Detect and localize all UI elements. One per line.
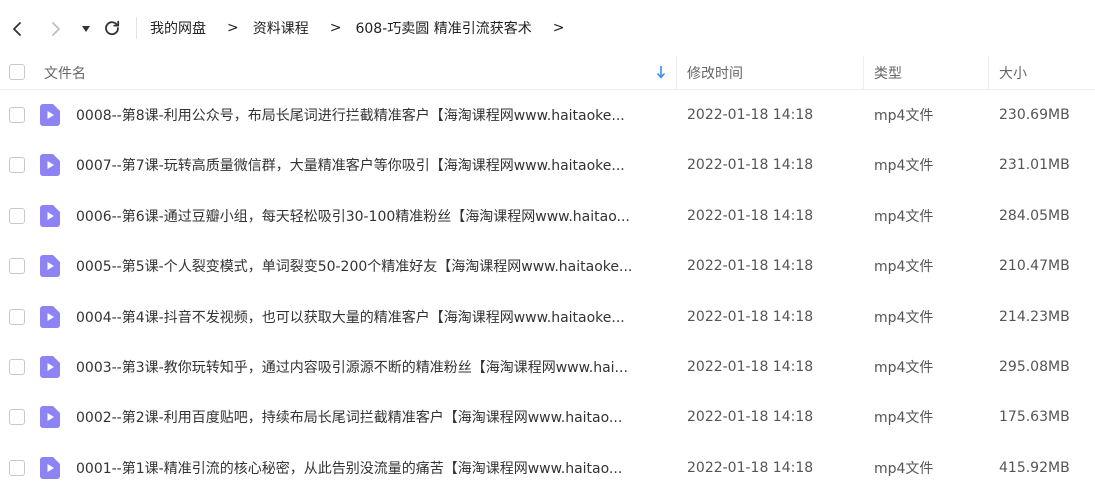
refresh-button[interactable]	[101, 17, 123, 39]
video-file-icon	[40, 255, 60, 278]
file-modified-time: 2022-01-18 14:18	[687, 207, 814, 224]
table-row[interactable]: 0006--第6课-通过豆瓣小组，每天轻松吸引30-100精准粉丝【海淘课程网w…	[0, 191, 1095, 241]
breadcrumb-separator[interactable]: >	[553, 20, 565, 36]
table-row[interactable]: 0005--第5课-个人裂变模式，单词裂变50-200个精准好友【海淘课程网ww…	[0, 241, 1095, 291]
file-type: mp4文件	[874, 359, 934, 376]
file-name: 0001--第1课-精准引流的核心秘密，从此告别没流量的痛苦【海淘课程网www.…	[76, 460, 623, 477]
file-name: 0006--第6课-通过豆瓣小组，每天轻松吸引30-100精准粉丝【海淘课程网w…	[76, 208, 630, 225]
file-type: mp4文件	[874, 158, 934, 175]
chevron-right-icon	[52, 22, 60, 36]
select-all-checkbox[interactable]	[9, 64, 25, 80]
file-size: 175.63MB	[999, 409, 1070, 426]
column-divider	[676, 56, 677, 89]
back-button[interactable]	[6, 18, 28, 40]
file-modified-time: 2022-01-18 14:18	[687, 459, 814, 476]
file-size: 210.47MB	[999, 258, 1070, 275]
column-header-modified[interactable]: 修改时间	[687, 56, 863, 89]
file-name: 0007--第7课-玩转高质量微信群，大量精准客户等你吸引【海淘课程网www.h…	[76, 158, 625, 175]
file-name: 0004--第4课-抖音不发视频，也可以获取大量的精准客户【海淘课程网www.h…	[76, 309, 625, 326]
column-divider	[863, 56, 864, 89]
file-name: 0002--第2课-利用百度贴吧，持续布局长尾词拦截精准客户【海淘课程网www.…	[76, 410, 623, 427]
file-modified-time: 2022-01-18 14:18	[687, 409, 814, 426]
file-size: 295.08MB	[999, 358, 1070, 375]
row-checkbox[interactable]	[9, 207, 25, 224]
table-row[interactable]: 0001--第1课-精准引流的核心秘密，从此告别没流量的痛苦【海淘课程网www.…	[0, 443, 1095, 493]
breadcrumb: 我的网盘 > 资料课程 > 608-巧卖圆 精准引流获客术 >	[150, 0, 578, 56]
file-list: 0008--第8课-利用公众号，布局长尾词进行拦截精准客户【海淘课程网www.h…	[0, 90, 1095, 493]
breadcrumb-item-course-materials[interactable]: 资料课程	[253, 18, 309, 38]
caret-down-icon	[82, 26, 90, 32]
video-file-icon	[40, 406, 60, 429]
video-file-icon	[40, 154, 60, 177]
column-header-name-label: 文件名	[44, 65, 86, 82]
chevron-left-icon	[13, 22, 21, 36]
row-checkbox[interactable]	[9, 409, 25, 426]
table-row[interactable]: 0004--第4课-抖音不发视频，也可以获取大量的精准客户【海淘课程网www.h…	[0, 292, 1095, 342]
file-type: mp4文件	[874, 208, 934, 225]
row-checkbox[interactable]	[9, 258, 25, 275]
refresh-icon	[105, 20, 120, 36]
video-file-icon	[40, 104, 60, 126]
history-dropdown-button[interactable]	[79, 20, 93, 38]
file-size: 214.23MB	[999, 308, 1070, 325]
breadcrumb-item-my-drive[interactable]: 我的网盘	[150, 18, 206, 38]
toolbar: 我的网盘 > 资料课程 > 608-巧卖圆 精准引流获客术 >	[0, 0, 1095, 56]
table-header: 文件名 修改时间 类型 大小	[0, 56, 1095, 90]
table-row[interactable]: 0003--第3课-教你玩转知乎，通过内容吸引源源不断的精准粉丝【海淘课程网ww…	[0, 342, 1095, 392]
sort-control[interactable]	[656, 65, 666, 83]
row-checkbox[interactable]	[9, 107, 25, 123]
file-type: mp4文件	[874, 460, 934, 477]
file-name: 0005--第5课-个人裂变模式，单词裂变50-200个精准好友【海淘课程网ww…	[76, 259, 633, 276]
column-header-type[interactable]: 类型	[874, 56, 988, 89]
file-modified-time: 2022-01-18 14:18	[687, 358, 814, 375]
file-size: 415.92MB	[999, 459, 1070, 476]
row-checkbox[interactable]	[9, 459, 25, 476]
video-file-icon	[40, 355, 60, 378]
row-checkbox[interactable]	[9, 358, 25, 375]
table-row[interactable]: 0007--第7课-玩转高质量微信群，大量精准客户等你吸引【海淘课程网www.h…	[0, 140, 1095, 190]
file-size: 284.05MB	[999, 207, 1070, 224]
table-row[interactable]: 0002--第2课-利用百度贴吧，持续布局长尾词拦截精准客户【海淘课程网www.…	[0, 392, 1095, 442]
file-modified-time: 2022-01-18 14:18	[687, 157, 814, 174]
column-header-size-label: 大小	[999, 65, 1027, 82]
file-modified-time: 2022-01-18 14:18	[687, 308, 814, 325]
file-size: 231.01MB	[999, 157, 1070, 174]
row-checkbox[interactable]	[9, 157, 25, 174]
video-file-icon	[40, 456, 60, 479]
column-header-type-label: 类型	[874, 65, 902, 82]
breadcrumb-item-current-folder[interactable]: 608-巧卖圆 精准引流获客术	[355, 18, 531, 38]
row-checkbox[interactable]	[9, 308, 25, 325]
file-modified-time: 2022-01-18 14:18	[687, 258, 814, 275]
file-name: 0003--第3课-教你玩转知乎，通过内容吸引源源不断的精准粉丝【海淘课程网ww…	[76, 359, 628, 376]
file-type: mp4文件	[874, 410, 934, 427]
file-modified-time: 2022-01-18 14:18	[687, 107, 814, 123]
video-file-icon	[40, 204, 60, 227]
column-header-modified-label: 修改时间	[687, 65, 743, 82]
breadcrumb-separator: >	[329, 20, 342, 36]
file-type: mp4文件	[874, 309, 934, 326]
toolbar-divider	[136, 17, 137, 39]
file-name: 0008--第8课-利用公众号，布局长尾词进行拦截精准客户【海淘课程网www.h…	[76, 108, 625, 124]
column-header-size[interactable]: 大小	[999, 56, 1089, 89]
file-type: mp4文件	[874, 108, 934, 124]
forward-button[interactable]	[45, 18, 67, 40]
sort-down-arrow-icon	[656, 66, 666, 79]
column-divider	[988, 56, 989, 89]
breadcrumb-separator: >	[227, 20, 239, 36]
table-row[interactable]: 0008--第8课-利用公众号，布局长尾词进行拦截精准客户【海淘课程网www.h…	[0, 90, 1095, 140]
file-type: mp4文件	[874, 259, 934, 276]
column-header-name[interactable]: 文件名	[44, 56, 674, 89]
file-size: 230.69MB	[999, 107, 1070, 123]
video-file-icon	[40, 305, 60, 328]
